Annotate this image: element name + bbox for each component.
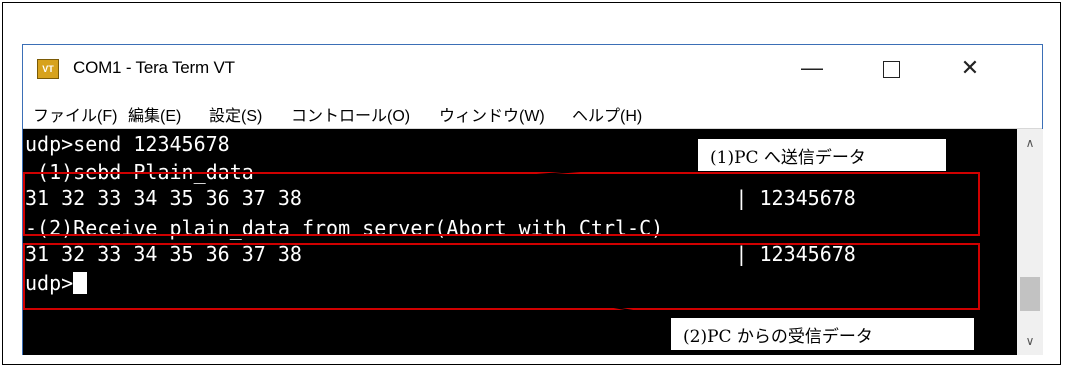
callout1-leader [419, 159, 723, 185]
send-data-callout: (1)PC へ送信データ [697, 138, 947, 172]
receive-data-callout: (2)PC からの受信データ [670, 317, 975, 351]
callout-leader-lines [419, 159, 753, 333]
